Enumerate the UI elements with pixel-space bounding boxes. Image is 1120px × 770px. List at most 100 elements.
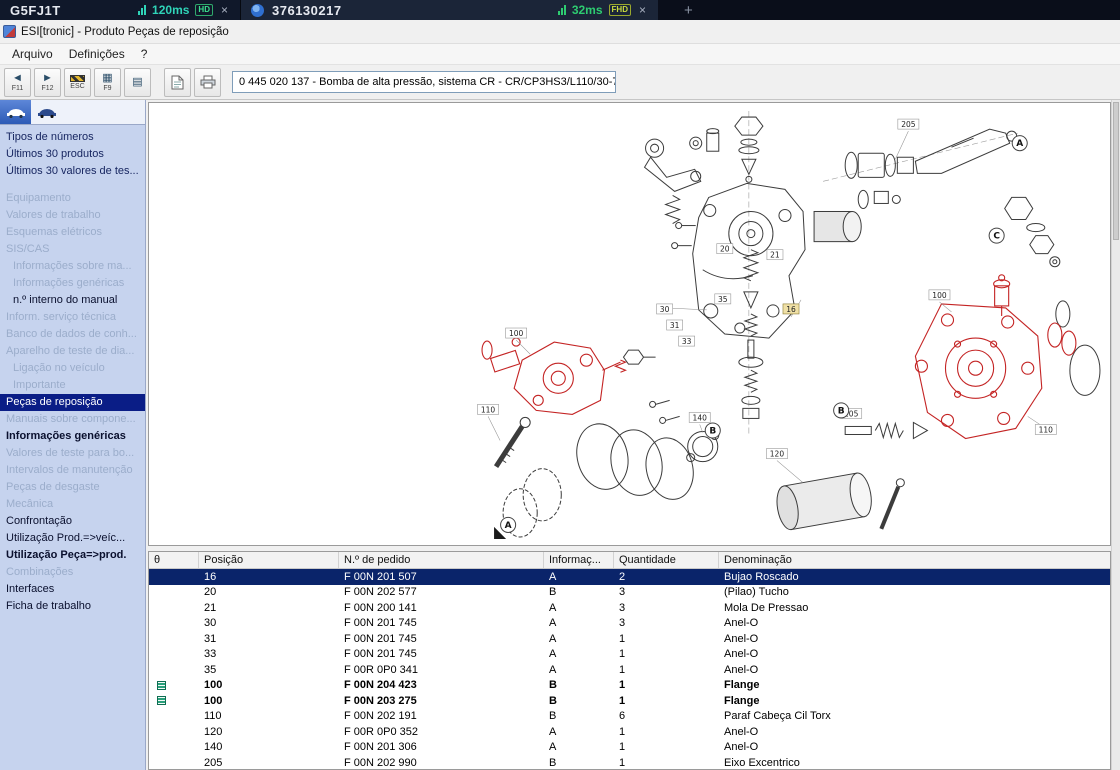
column-header[interactable]: Denominação <box>719 552 1110 568</box>
sidebar-item[interactable]: Tipos de números <box>0 129 145 146</box>
close-tab-icon[interactable]: × <box>637 3 648 17</box>
new-tab-button[interactable]: + <box>684 2 693 19</box>
parts-table-body: 16F 00N 201 507A2Bujao Roscado20F 00N 20… <box>149 569 1110 770</box>
toolbar: ◄ F11 ► F12 ESC ▦ F9 ▤ 0 445 020 137 - B… <box>0 65 1120 100</box>
back-arrow-icon: ◄ <box>12 73 23 84</box>
sidebar-item[interactable]: Últimos 30 produtos <box>0 146 145 163</box>
sidebar-item: Informações sobre ma... <box>0 258 145 275</box>
view-callout-letter: B <box>709 426 716 436</box>
session-tab-1[interactable]: G5FJ1T 120ms HD × <box>0 0 240 20</box>
view-callout-letter: A <box>505 521 512 531</box>
sidebar-tabstrip <box>0 100 145 125</box>
in-parts-list-icon <box>157 681 166 690</box>
parts-table: θPosiçãoN.º de pedidoInformaç...Quantida… <box>148 551 1111 770</box>
menu-item[interactable]: ? <box>133 45 156 63</box>
sidebar-item[interactable]: Utilização Prod.=>veíc... <box>0 530 145 547</box>
vehicle-tab-inactive[interactable] <box>31 100 62 124</box>
close-tab-icon[interactable]: × <box>219 3 230 17</box>
view-callout-letter: A <box>1016 139 1023 149</box>
column-header[interactable]: N.º de pedido <box>339 552 544 568</box>
table-row[interactable]: 16F 00N 201 507A2Bujao Roscado <box>149 569 1110 585</box>
table-row[interactable]: 31F 00N 201 745A1Anel-O <box>149 631 1110 647</box>
sidebar-item[interactable]: n.º interno do manual <box>0 292 145 309</box>
escape-button[interactable]: ESC <box>64 68 91 97</box>
in-parts-list-icon <box>157 696 166 705</box>
sidebar-item: Mecânica <box>0 496 145 513</box>
forward-button[interactable]: ► F12 <box>34 68 61 97</box>
sidebar-item: Ligação no veículo <box>0 360 145 377</box>
table-row[interactable]: 205F 00N 202 990B1Eixo Excentrico <box>149 755 1110 770</box>
table-row[interactable]: 100F 00N 204 423B1Flange <box>149 678 1110 694</box>
sidebar-top-list: Tipos de númerosÚltimos 30 produtosÚltim… <box>0 125 145 183</box>
table-row[interactable]: 30F 00N 201 745A3Anel-O <box>149 616 1110 632</box>
menu-item[interactable]: Arquivo <box>4 45 61 63</box>
table-row[interactable]: 21F 00N 200 141A3Mola De Pressao <box>149 600 1110 616</box>
content: Tipos de númerosÚltimos 30 produtosÚltim… <box>0 100 1120 770</box>
list-view-button[interactable]: ▤ <box>124 68 151 97</box>
sidebar-item: SIS/CAS <box>0 241 145 258</box>
menu-item[interactable]: Definições <box>61 45 133 63</box>
signal-bars-icon <box>558 5 566 15</box>
part-callout: 33 <box>682 337 692 346</box>
latency-value: 120ms <box>152 3 189 17</box>
column-header[interactable]: Posição <box>199 552 339 568</box>
vertical-scrollbar[interactable] <box>1111 100 1120 770</box>
print-button[interactable] <box>194 68 221 97</box>
document-icon <box>171 75 184 90</box>
sidebar-item[interactable]: Informações genéricas <box>0 428 145 445</box>
vehicle-tab-active[interactable] <box>0 100 31 124</box>
table-row[interactable]: 33F 00N 201 745A1Anel-O <box>149 647 1110 663</box>
part-callout: 35 <box>718 295 728 304</box>
part-callout: 100 <box>509 329 524 338</box>
printer-icon <box>200 75 216 89</box>
sidebar-item[interactable]: Utilização Peça=>prod. <box>0 547 145 564</box>
sidebar-item[interactable]: Últimos 30 valores de tes... <box>0 163 145 180</box>
sidebar-item: Valores de trabalho <box>0 207 145 224</box>
sidebar-item: Equipamento <box>0 190 145 207</box>
f9-view-button[interactable]: ▦ F9 <box>94 68 121 97</box>
part-callout: 110 <box>481 405 496 414</box>
sidebar-item[interactable]: Ficha de trabalho <box>0 598 145 615</box>
car-icon <box>37 107 57 118</box>
table-row[interactable]: 100F 00N 203 275B1Flange <box>149 693 1110 709</box>
exploded-diagram[interactable]: 20520213530313316100100110110120140205AC… <box>149 103 1110 545</box>
table-row[interactable]: 140F 00N 201 306A1Anel-O <box>149 740 1110 756</box>
sidebar-item: Peças de desgaste <box>0 479 145 496</box>
table-row[interactable]: 120F 00R 0P0 352A1Anel-O <box>149 724 1110 740</box>
table-row[interactable]: 35F 00R 0P0 341A1Anel-O <box>149 662 1110 678</box>
sidebar-item: Esquemas elétricos <box>0 224 145 241</box>
sidebar-item[interactable]: Confrontação <box>0 513 145 530</box>
column-header[interactable]: Quantidade <box>614 552 719 568</box>
sidebar-item: Banco de dados de conh... <box>0 326 145 343</box>
list-icon: ▤ <box>132 77 142 88</box>
window-title-bar: ESI[tronic] - Produto Peças de reposição <box>0 20 1120 44</box>
back-button[interactable]: ◄ F11 <box>4 68 31 97</box>
sidebar-item[interactable]: Interfaces <box>0 581 145 598</box>
sidebar-item[interactable]: Peças de reposição <box>0 394 145 411</box>
view-callout-letter: B <box>838 406 845 416</box>
table-row[interactable]: 20F 00N 202 577B3(Pilao) Tucho <box>149 585 1110 601</box>
part-callout: 16 <box>786 305 796 314</box>
grid-icon: ▦ <box>102 73 112 84</box>
table-row[interactable]: 110F 00N 202 191B6Paraf Cabeça Cil Torx <box>149 709 1110 725</box>
barrier-icon <box>70 75 85 82</box>
main-panel: 20520213530313316100100110110120140205AC… <box>146 100 1111 770</box>
app: { "browser": { "close_glyph": "×", "new_… <box>0 0 1120 770</box>
menu-bar: ArquivoDefinições? <box>0 44 1120 65</box>
part-callout: 30 <box>660 305 670 314</box>
window-title: ESI[tronic] - Produto Peças de reposição <box>21 26 229 38</box>
session-tab-2[interactable]: 376130217 32ms FHD × <box>240 0 658 20</box>
session-tab-title: G5FJ1T <box>10 3 61 18</box>
diagram-panel: 20520213530313316100100110110120140205AC… <box>148 102 1111 546</box>
sidebar-item: Importante <box>0 377 145 394</box>
car-icon <box>6 107 26 118</box>
latency-value: 32ms <box>572 3 603 17</box>
product-field[interactable]: 0 445 020 137 - Bomba de alta pressão, s… <box>232 71 616 93</box>
document-button[interactable] <box>164 68 191 97</box>
column-header[interactable]: θ <box>149 552 199 568</box>
sidebar-item: Valores de teste para bo... <box>0 445 145 462</box>
column-header[interactable]: Informaç... <box>544 552 614 568</box>
sidebar-item: Intervalos de manutenção <box>0 462 145 479</box>
sidebar-item: Manuais sobre compone... <box>0 411 145 428</box>
scrollbar-thumb[interactable] <box>1113 102 1119 240</box>
